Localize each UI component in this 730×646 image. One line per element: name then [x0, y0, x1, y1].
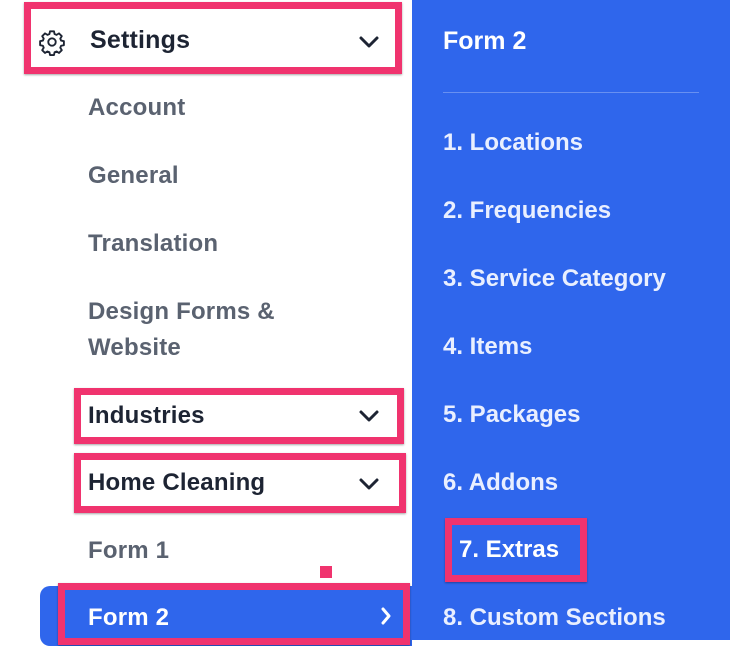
section-custom-sections[interactable]: 8. Custom Sections — [443, 604, 666, 632]
menu-item-design-forms-website[interactable]: Website — [88, 334, 181, 362]
menu-item-translation[interactable]: Translation — [88, 230, 218, 258]
menu-item-account[interactable]: Account — [88, 94, 185, 122]
menu-item-form-1[interactable]: Form 1 — [88, 537, 169, 565]
industries-highlight — [74, 388, 404, 444]
settings-highlight — [24, 2, 402, 74]
panel-title: Form 2 — [443, 27, 527, 55]
section-frequencies[interactable]: 2. Frequencies — [443, 197, 611, 225]
form-2-highlight — [58, 583, 410, 645]
section-locations[interactable]: 1. Locations — [443, 129, 583, 157]
marker-dot — [320, 566, 332, 578]
extras-highlight — [445, 518, 587, 582]
settings-sidebar: Settings Account General Translation Des… — [0, 0, 412, 646]
menu-item-general[interactable]: General — [88, 162, 179, 190]
section-packages[interactable]: 5. Packages — [443, 401, 580, 429]
section-service-category[interactable]: 3. Service Category — [443, 265, 666, 293]
panel-divider — [443, 92, 699, 93]
section-addons[interactable]: 6. Addons — [443, 469, 558, 497]
menu-item-design-forms[interactable]: Design Forms & — [88, 298, 275, 326]
section-items[interactable]: 4. Items — [443, 333, 532, 361]
home-cleaning-highlight — [74, 453, 406, 513]
